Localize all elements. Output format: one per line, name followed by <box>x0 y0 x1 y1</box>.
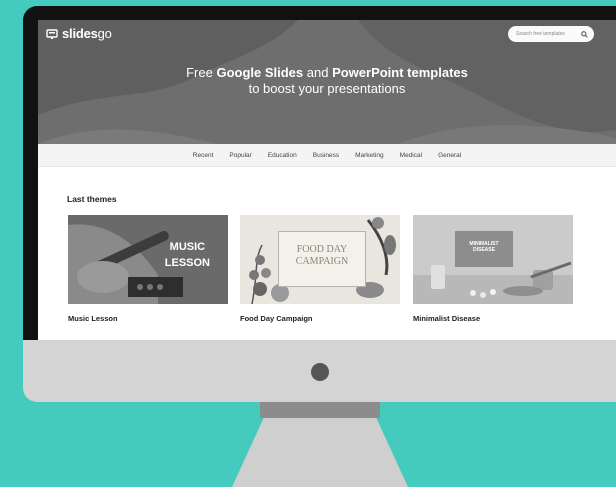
nav-item-recent[interactable]: Recent <box>193 152 214 159</box>
theme-card-title-music-lesson[interactable]: Music Lesson <box>68 314 118 323</box>
thumbnail-frame: FOOD DAY CAMPAIGN <box>278 231 366 287</box>
theme-card-thumbnail-music-lesson[interactable]: MUSIC LESSON <box>68 215 228 304</box>
theme-card-title-food-day[interactable]: Food Day Campaign <box>240 314 313 323</box>
nav-item-business[interactable]: Business <box>313 152 339 159</box>
nav-item-medical[interactable]: Medical <box>400 152 422 159</box>
search-input[interactable]: Search free templates <box>516 31 565 37</box>
slidesgo-logo[interactable]: slidesgo <box>46 26 112 41</box>
theme-card-thumbnail-minimalist-disease[interactable]: MINIMALIST DISEASE <box>413 215 573 304</box>
nav-item-general[interactable]: General <box>438 152 461 159</box>
monitor-logo-dot <box>311 363 329 381</box>
search-icon[interactable] <box>581 30 588 38</box>
nav-item-popular[interactable]: Popular <box>229 152 251 159</box>
monitor-stand-base <box>232 418 408 487</box>
hero-banner: slidesgo Search free templates Free Goog… <box>38 20 616 144</box>
nav-item-education[interactable]: Education <box>268 152 297 159</box>
hero-title-line1: Free Google Slides and PowerPoint templa… <box>186 65 468 80</box>
thumbnail-frame: MINIMALIST DISEASE <box>455 231 513 267</box>
thumbnail-title: MUSIC LESSON <box>164 241 210 269</box>
search-field[interactable]: Search free templates <box>508 26 594 42</box>
section-title: Last themes <box>67 194 117 204</box>
monitor-stand-neck <box>260 402 380 418</box>
thumbnail-title: FOOD DAY CAMPAIGN <box>295 244 349 267</box>
monitor-screen: slidesgo Search free templates Free Goog… <box>38 20 616 340</box>
hero-title-line2: to boost your presentations <box>248 81 406 96</box>
category-nav: Recent Popular Education Business Market… <box>38 144 616 167</box>
theme-card-title-minimalist-disease[interactable]: Minimalist Disease <box>413 314 480 323</box>
thumbnail-title: MINIMALIST DISEASE <box>469 241 499 253</box>
logo-text: slidesgo <box>62 26 112 41</box>
nav-item-marketing[interactable]: Marketing <box>355 152 384 159</box>
hero-title: Free Google Slides and PowerPoint templa… <box>38 65 616 97</box>
slides-logo-icon <box>46 28 58 39</box>
theme-card-thumbnail-food-day[interactable]: FOOD DAY CAMPAIGN <box>240 215 400 304</box>
